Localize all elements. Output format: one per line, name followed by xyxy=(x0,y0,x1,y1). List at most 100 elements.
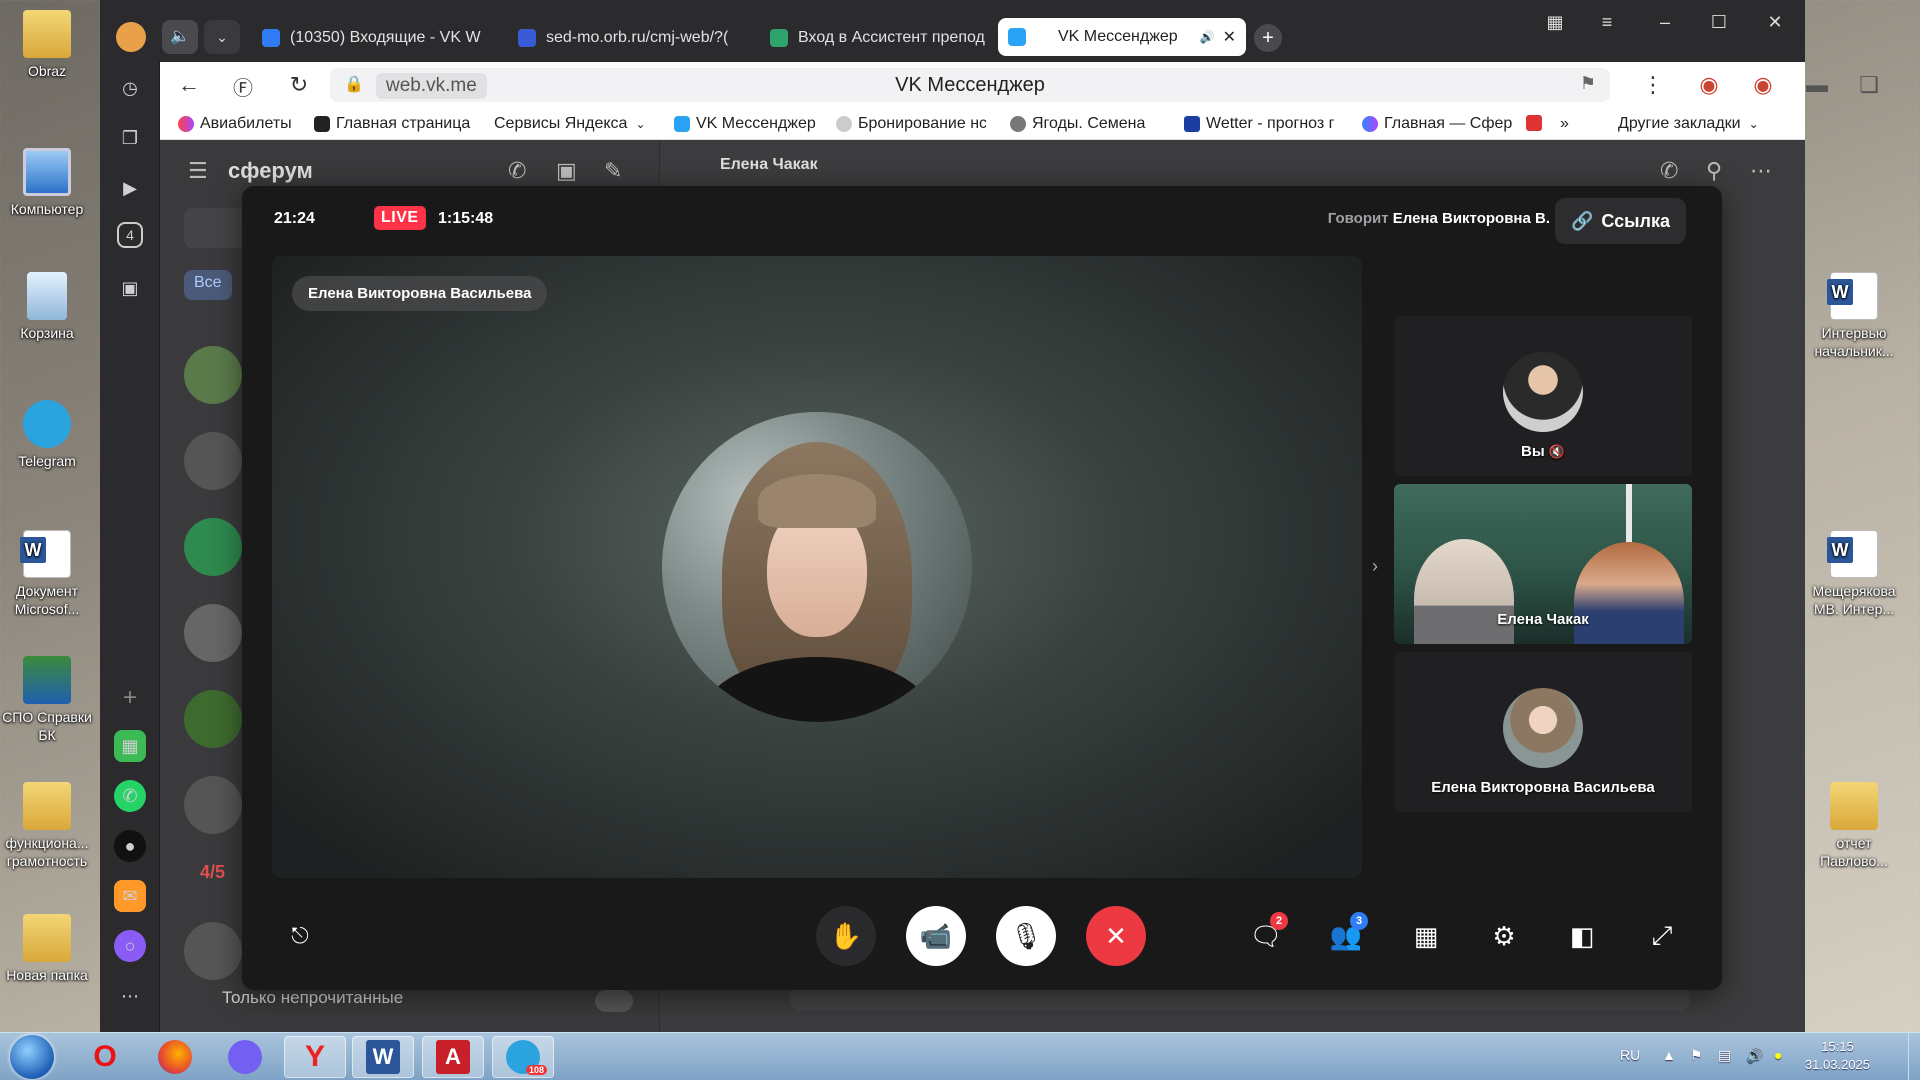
taskbar-word[interactable]: W xyxy=(352,1036,414,1078)
close-tab-icon[interactable]: ✕ xyxy=(1223,27,1236,47)
collections-icon[interactable]: ▦ xyxy=(1540,12,1570,33)
copy-link-button[interactable]: 🔗 Ссылка xyxy=(1554,198,1686,244)
bookmark-booking[interactable]: Бронирование нс xyxy=(836,115,986,133)
bookmark-vk-messenger[interactable]: VK Мессенджер xyxy=(674,115,826,133)
language-indicator[interactable]: RU xyxy=(1620,1047,1640,1063)
mic-toggle-button[interactable]: 🎙 xyxy=(996,906,1056,966)
bookmark-sferum[interactable]: Главная — Сфер xyxy=(1362,115,1512,133)
bookmark-wetter[interactable]: Wetter - прогноз г xyxy=(1184,115,1334,133)
taskbar-viber[interactable] xyxy=(214,1036,276,1078)
system-clock[interactable]: 15:15 31.03.2025 xyxy=(1805,1038,1870,1074)
downloads-icon[interactable]: ↓ 2 xyxy=(1908,72,1920,98)
desktop-icon-new-folder[interactable]: Новая папка xyxy=(0,914,94,984)
grid-view-button[interactable]: ▦ xyxy=(1406,916,1446,956)
bookmark-yandex-services[interactable]: Сервисы Яндекса ⌄ xyxy=(494,115,666,133)
chat-avatar[interactable] xyxy=(184,690,242,748)
add-panel-icon[interactable]: + xyxy=(114,682,146,714)
reload-icon[interactable]: ↻ xyxy=(284,72,314,98)
chat-avatar[interactable] xyxy=(184,604,242,662)
only-unread-toggle[interactable] xyxy=(595,990,633,1012)
share-screen-icon[interactable]: ⎋ xyxy=(280,916,320,956)
bookmarks-overflow[interactable]: » xyxy=(1560,115,1569,133)
minimize-icon[interactable]: – xyxy=(1650,12,1680,33)
mail-app-icon[interactable]: ✉ xyxy=(114,880,146,912)
desktop-icon-meshcheryakova[interactable]: Мещерякова МВ. Интер... xyxy=(1804,530,1904,618)
desktop-icon-document[interactable]: Документ Microsof... xyxy=(0,530,94,618)
volume-icon[interactable]: 🔊 xyxy=(1746,1047,1763,1064)
url-field[interactable]: 🔒 web.vk.me VK Мессенджер ⚑ xyxy=(330,68,1610,102)
bookmark-icon[interactable]: ⚑ xyxy=(1580,73,1596,94)
chat-search-icon[interactable]: ⚲ xyxy=(1706,158,1722,184)
taskbar-firefox[interactable] xyxy=(144,1036,206,1078)
participant-tile-self[interactable]: Вы 🔇 xyxy=(1394,316,1692,476)
whatsapp-icon[interactable]: ✆ xyxy=(114,780,146,812)
apps-grid-icon[interactable]: ▦ xyxy=(114,730,146,762)
bookmark-berries[interactable]: Ягоды. Семена ов xyxy=(1010,115,1150,133)
bookmark-aviabilety[interactable]: Авиабилеты xyxy=(178,115,302,133)
tab-vk-messenger[interactable]: VK Мессенджер 🔊 ✕ xyxy=(998,18,1246,56)
chat-avatar[interactable] xyxy=(184,432,242,490)
filter-all[interactable]: Все xyxy=(184,270,232,300)
chat-avatar[interactable] xyxy=(184,518,242,576)
bookmark-main-page[interactable]: Главная страница xyxy=(314,115,476,133)
tab-vk-mail[interactable]: (10350) Входящие - VK W xyxy=(252,20,502,56)
layout-button[interactable]: ◧ xyxy=(1562,916,1602,956)
alice-icon[interactable]: ○ xyxy=(114,930,146,962)
show-desktop-button[interactable] xyxy=(1908,1033,1920,1080)
extension-2-icon[interactable]: ◉ xyxy=(1748,72,1778,98)
archive-icon[interactable]: ▣ xyxy=(556,158,577,184)
desktop-icon-computer[interactable]: Компьютер xyxy=(0,148,94,218)
camera-toggle-button[interactable]: 📹 xyxy=(906,906,966,966)
sound-icon[interactable]: 🔈 xyxy=(162,20,198,54)
new-call-icon[interactable]: ✆ xyxy=(508,158,526,184)
start-button[interactable] xyxy=(10,1035,54,1079)
desktop-icon-interview[interactable]: Интервью начальник... xyxy=(1804,272,1904,360)
other-bookmarks[interactable]: Другие закладки ⌄ xyxy=(1618,115,1788,133)
browser-profile-icon[interactable] xyxy=(116,22,146,52)
tabs-dropdown-icon[interactable]: ⌄ xyxy=(204,20,240,54)
bookmark-app[interactable] xyxy=(1526,115,1546,131)
chat-avatar[interactable] xyxy=(184,776,242,834)
compose-icon[interactable]: ✎ xyxy=(604,158,622,184)
chevron-right-icon[interactable]: › xyxy=(1372,556,1378,577)
taskbar-acrobat[interactable]: A xyxy=(422,1036,484,1078)
fullscreen-button[interactable]: ⤢ xyxy=(1642,916,1682,956)
menu-icon[interactable]: ☰ xyxy=(188,158,208,184)
history-icon[interactable]: ◷ xyxy=(114,72,146,104)
desktop-icon-spo[interactable]: СПО Справки БК xyxy=(0,656,94,744)
tab-sed[interactable]: sed-mo.orb.ru/cmj-web/?( xyxy=(508,20,758,56)
extension-1-icon[interactable]: ◉ xyxy=(1694,72,1724,98)
desktop-icon-functional[interactable]: функциона... грамотность xyxy=(0,782,94,870)
tray-flag-icon[interactable]: ⚑ xyxy=(1690,1047,1703,1064)
chat-phone-icon[interactable]: ✆ xyxy=(1660,158,1678,184)
chat-button[interactable]: 🗨 2 xyxy=(1246,912,1288,956)
extension-4-icon[interactable]: ❏ xyxy=(1854,72,1884,98)
main-speaker-video[interactable]: Елена Викторовна Васильева xyxy=(272,256,1362,878)
more-icon[interactable]: ⋯ xyxy=(114,980,146,1012)
taskbar-opera[interactable]: O xyxy=(74,1036,136,1078)
maximize-icon[interactable]: ☐ xyxy=(1704,12,1734,33)
tabs-icon[interactable]: ❐ xyxy=(114,122,146,154)
desktop-icon-report[interactable]: отчет Павлово... xyxy=(1804,782,1904,870)
play-icon[interactable]: ▶ xyxy=(114,172,146,204)
taskbar-yandex-browser[interactable]: Y xyxy=(284,1036,346,1078)
alice-shop-icon[interactable]: ● xyxy=(114,830,146,862)
raise-hand-button[interactable]: ✋ xyxy=(816,906,876,966)
tab-sound-icon[interactable]: 🔊 xyxy=(1200,30,1215,44)
participant-tile-vasilyeva[interactable]: Елена Викторовна Васильева xyxy=(1394,652,1692,812)
more-options-icon[interactable]: ⋮ xyxy=(1638,72,1668,98)
number-badge[interactable]: 4 xyxy=(117,222,143,248)
close-window-icon[interactable]: ✕ xyxy=(1760,12,1790,33)
desktop-icon-telegram[interactable]: Telegram xyxy=(0,400,94,470)
desktop-icon-obraz[interactable]: Obraz xyxy=(0,10,94,80)
end-call-button[interactable]: ✕ xyxy=(1086,906,1146,966)
tray-app-icon[interactable]: ● xyxy=(1774,1047,1782,1063)
tab-assistant[interactable]: Вход в Ассистент препод xyxy=(760,20,1010,56)
new-tab-button[interactable]: + xyxy=(1254,24,1282,52)
yandex-icon[interactable]: Ⓕ xyxy=(228,72,258,101)
screenshot-icon[interactable]: ▣ xyxy=(114,272,146,304)
extension-3-icon[interactable]: ▬ xyxy=(1802,72,1832,98)
tray-expand-icon[interactable]: ▲ xyxy=(1662,1047,1676,1063)
participants-button[interactable]: 👥 3 xyxy=(1326,912,1368,956)
taskbar-telegram[interactable]: 108 xyxy=(492,1036,554,1078)
